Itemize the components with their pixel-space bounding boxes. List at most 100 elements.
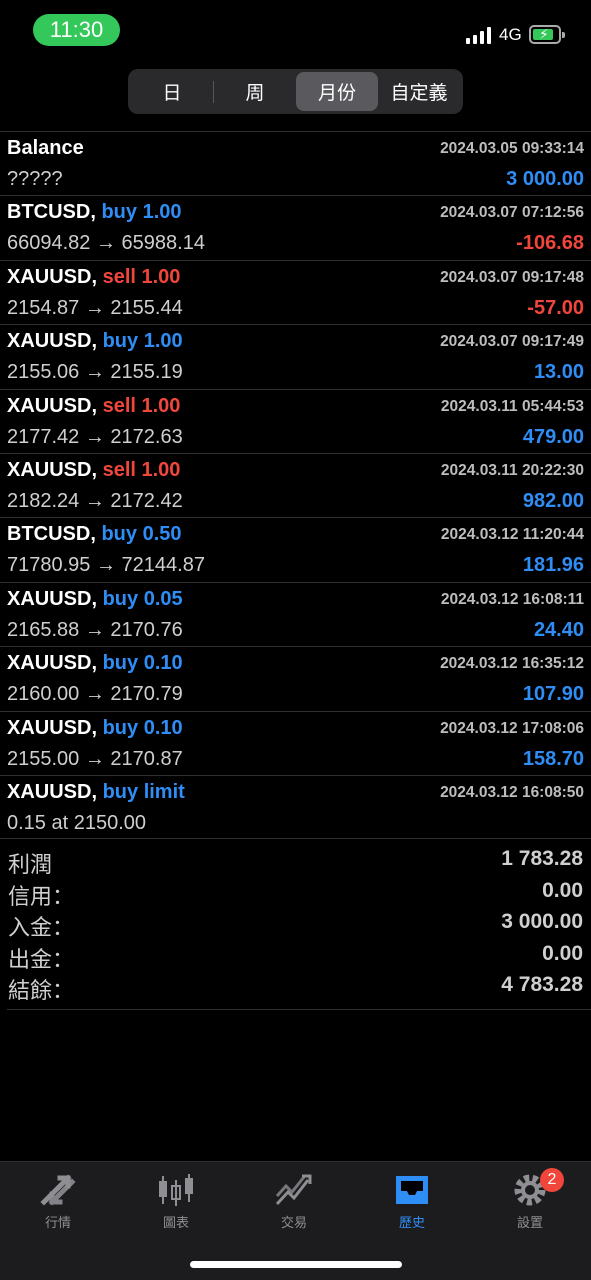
summary-label: 結餘：	[8, 978, 75, 1003]
row-detail: 2155.00 → 2170.87	[7, 747, 183, 770]
row-date: 2024.03.07 09:17:49	[440, 333, 584, 351]
row-title: Balance	[7, 137, 84, 160]
row-side: sell 1.00	[102, 458, 181, 481]
row-side: buy 0.10	[102, 652, 183, 675]
history-row[interactable]: Balance 2024.03.05 09:33:14 ????? 3 000.…	[0, 131, 591, 195]
tab-trade-label: 交易	[280, 1215, 307, 1230]
summary-divider	[7, 1009, 591, 1010]
history-row[interactable]: BTCUSD, buy 0.50 2024.03.12 11:20:44 717…	[0, 517, 591, 581]
row-side: sell 1.00	[102, 394, 181, 417]
row-title: XAUUSD, sell 1.00	[7, 459, 180, 482]
row-detail: 2182.24 → 2172.42	[7, 489, 183, 512]
row-side: buy 1.00	[101, 201, 182, 224]
row-title: XAUUSD, buy limit	[7, 781, 185, 804]
row-side: buy limit	[102, 780, 185, 803]
battery-icon: ⚡	[529, 25, 565, 44]
row-detail: ?????	[7, 168, 63, 190]
row-title: XAUUSD, sell 1.00	[7, 395, 180, 418]
status-bar: 11:30 4G ⚡	[0, 0, 591, 62]
row-profit: 13.00	[533, 361, 584, 384]
row-detail: 2177.42 → 2172.63	[7, 425, 183, 448]
row-title: XAUUSD, buy 0.05	[7, 588, 183, 611]
row-side: buy 0.10	[102, 716, 183, 739]
row-side: sell 1.00	[102, 265, 181, 288]
summary-row: 結餘： 4 783.28	[0, 973, 591, 1005]
summary-section: 利潤 1 783.28 信用： 0.00 入金： 3 000.00 出金： 0.…	[0, 838, 591, 1005]
row-detail: 2155.06 → 2155.19	[7, 361, 183, 384]
summary-row: 信用： 0.00	[0, 879, 591, 911]
history-inbox-icon	[396, 1176, 428, 1204]
row-profit: 158.70	[522, 747, 584, 770]
tab-trade[interactable]: 交易	[244, 1172, 344, 1231]
row-symbol: BTCUSD,	[7, 201, 96, 224]
history-row[interactable]: BTCUSD, buy 1.00 2024.03.07 07:12:56 660…	[0, 195, 591, 259]
tab-history-label: 歷史	[398, 1215, 425, 1230]
row-title: BTCUSD, buy 0.50	[7, 523, 182, 546]
row-detail: 2165.88 → 2170.76	[7, 618, 183, 641]
summary-label: 入金：	[8, 915, 75, 940]
row-date: 2024.03.07 09:17:48	[440, 268, 584, 286]
quotes-arrows-icon	[40, 1174, 76, 1206]
row-title: XAUUSD, buy 0.10	[7, 652, 183, 675]
row-date: 2024.03.12 17:08:06	[440, 719, 584, 737]
history-row[interactable]: XAUUSD, sell 1.00 2024.03.11 05:44:53 21…	[0, 388, 591, 453]
row-detail: 71780.95 → 72144.87	[7, 554, 205, 577]
row-profit: 479.00	[522, 425, 584, 448]
row-title: XAUUSD, buy 1.00	[7, 330, 183, 353]
summary-value: 3 000.00	[501, 910, 583, 933]
row-profit: 982.00	[522, 489, 584, 512]
row-side: buy 1.00	[102, 330, 183, 353]
row-date: 2024.03.11 20:22:30	[440, 461, 584, 479]
row-date: 2024.03.12 16:35:12	[440, 655, 584, 673]
summary-label: 出金：	[8, 946, 75, 972]
row-profit: -106.68	[516, 232, 584, 255]
row-symbol: Balance	[7, 137, 84, 159]
history-row[interactable]: XAUUSD, buy 0.05 2024.03.12 16:08:11 216…	[0, 581, 591, 646]
row-side: buy 0.50	[101, 523, 182, 546]
tab-chart[interactable]: 圖表	[126, 1172, 226, 1231]
tab-quotes[interactable]: 行情	[8, 1172, 108, 1231]
home-indicator[interactable]	[190, 1261, 402, 1268]
row-detail: 2160.00 → 2170.79	[7, 683, 183, 706]
row-profit: 181.96	[522, 554, 584, 577]
period-month[interactable]: 月份	[296, 72, 378, 111]
row-date: 2024.03.12 16:08:11	[440, 590, 584, 608]
row-symbol: XAUUSD,	[7, 394, 98, 417]
row-title: BTCUSD, buy 1.00	[7, 201, 182, 224]
trade-trend-icon	[275, 1174, 312, 1206]
candlestick-chart-icon	[159, 1174, 193, 1206]
row-detail: 2154.87 → 2155.44	[7, 296, 183, 319]
history-list: Balance 2024.03.05 09:33:14 ????? 3 000.…	[0, 131, 591, 839]
row-date: 2024.03.12 16:08:50	[440, 783, 584, 801]
history-row[interactable]: XAUUSD, sell 1.00 2024.03.11 20:22:30 21…	[0, 452, 591, 517]
summary-value: 0.00	[542, 941, 583, 965]
row-title: XAUUSD, buy 0.10	[7, 717, 183, 740]
row-detail: 0.15 at 2150.00	[7, 811, 147, 834]
history-row[interactable]: XAUUSD, sell 1.00 2024.03.07 09:17:48 21…	[0, 259, 591, 324]
history-row[interactable]: XAUUSD, buy limit 2024.03.12 16:08:50 0.…	[0, 774, 591, 839]
row-symbol: XAUUSD,	[7, 780, 98, 803]
row-date: 2024.03.05 09:33:14	[440, 140, 584, 157]
settings-notification-badge: 2	[540, 1168, 564, 1192]
row-symbol: XAUUSD,	[7, 716, 98, 739]
tab-chart-label: 圖表	[162, 1215, 189, 1230]
row-symbol: XAUUSD,	[7, 265, 98, 288]
period-custom[interactable]: 自定義	[378, 72, 460, 111]
period-week[interactable]: 周	[214, 72, 296, 111]
tab-quotes-label: 行情	[44, 1215, 71, 1230]
row-detail: 66094.82 → 65988.14	[7, 232, 205, 255]
row-side: buy 0.05	[102, 587, 183, 610]
row-symbol: XAUUSD,	[7, 587, 98, 610]
period-day[interactable]: 日	[131, 72, 213, 111]
row-profit: 107.90	[522, 683, 584, 706]
tab-history[interactable]: 歷史	[362, 1172, 462, 1231]
history-row[interactable]: XAUUSD, buy 1.00 2024.03.07 09:17:49 215…	[0, 324, 591, 388]
tab-settings[interactable]: 設置 2	[480, 1168, 580, 1231]
summary-label: 利潤	[8, 852, 53, 877]
row-date: 2024.03.07 07:12:56	[440, 204, 584, 222]
row-profit: 3 000.00	[506, 168, 584, 190]
history-row[interactable]: XAUUSD, buy 0.10 2024.03.12 17:08:06 215…	[0, 710, 591, 775]
row-profit: -57.00	[527, 296, 584, 319]
history-row[interactable]: XAUUSD, buy 0.10 2024.03.12 16:35:12 216…	[0, 646, 591, 710]
summary-label: 信用：	[8, 883, 75, 909]
